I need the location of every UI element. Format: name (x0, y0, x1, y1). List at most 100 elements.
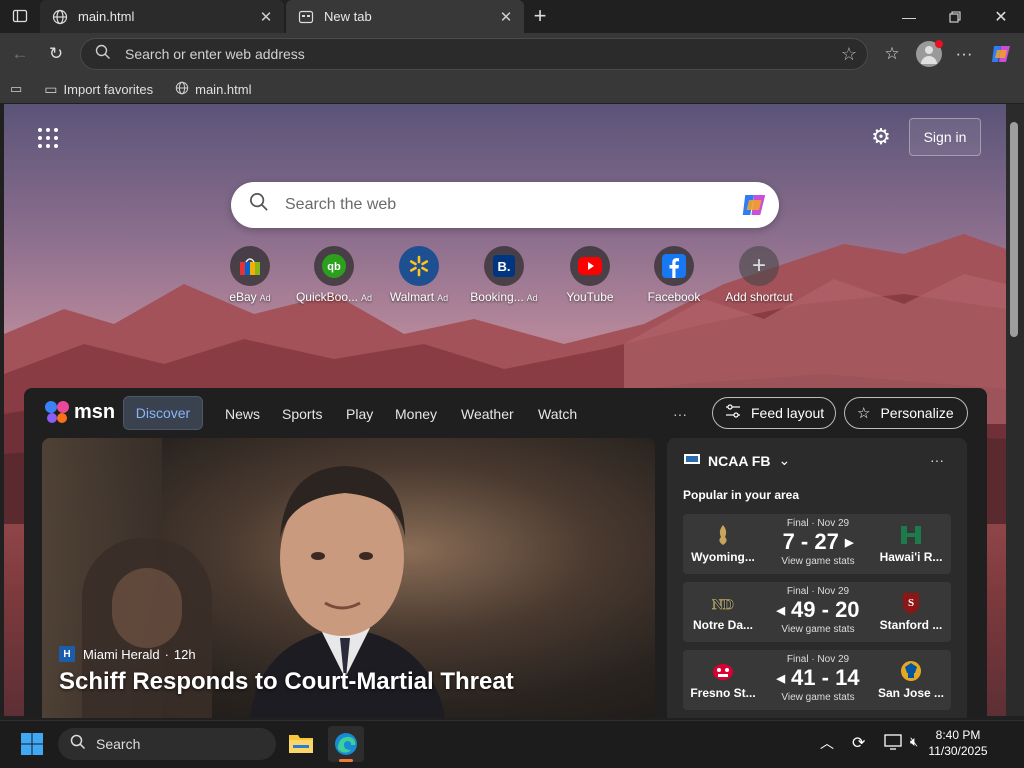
web-search-input[interactable] (283, 195, 739, 215)
quick-link-quickbooks[interactable]: qb QuickBoo... Ad (292, 246, 376, 306)
close-tab-icon[interactable]: ✕ (256, 8, 276, 26)
feed-layout-label: Feed layout (751, 405, 825, 421)
copilot-icon[interactable] (989, 42, 1013, 66)
nav-discover[interactable]: Discover (123, 396, 203, 430)
minimize-icon[interactable]: — (886, 0, 932, 33)
back-icon[interactable]: ← (6, 40, 34, 68)
youtube-icon (570, 246, 610, 286)
sliders-icon (725, 404, 741, 422)
close-tab-icon[interactable]: ✕ (496, 8, 516, 26)
msn-logo[interactable]: msn (44, 396, 115, 428)
view-game-stats-link[interactable]: View game stats (763, 624, 873, 635)
restore-icon[interactable] (932, 0, 978, 33)
team-name: San Jose ... (877, 686, 945, 700)
personalize-button[interactable]: ☆ Personalize (844, 397, 968, 429)
game-status: Final · Nov 29 (786, 586, 850, 597)
settings-gear-icon[interactable]: ⚙ (868, 124, 894, 150)
quick-link-walmart[interactable]: Walmart Ad (377, 246, 461, 306)
tab-new-tab[interactable]: New tab ✕ (286, 0, 524, 33)
quickbooks-icon: qb (314, 246, 354, 286)
search-icon (249, 192, 269, 218)
refresh-icon[interactable]: ↻ (42, 40, 70, 68)
new-tab-plus-icon[interactable]: + (526, 2, 554, 30)
game-card[interactable]: ND Notre Da... Final · Nov 29 ◀ 49 - 20 … (683, 582, 951, 642)
profile-avatar[interactable] (916, 40, 943, 67)
edge-taskbar-button[interactable] (328, 726, 364, 762)
nav-more-icon[interactable]: ··· (672, 398, 688, 430)
ebay-icon (230, 246, 270, 286)
copilot-search-icon[interactable] (739, 190, 769, 220)
taskbar-clock[interactable]: 8:40 PM 11/30/2025 (924, 727, 992, 759)
sparkle-star-icon: ☆ (857, 405, 871, 422)
fresno-state-logo-icon (710, 658, 736, 684)
quick-link-facebook[interactable]: Facebook (632, 246, 716, 306)
app-launcher-icon[interactable] (36, 126, 60, 150)
ad-badge: Ad (526, 293, 538, 303)
quick-link-booking[interactable]: B. Booking... Ad (462, 246, 546, 306)
game-card[interactable]: Wyoming... Final · Nov 29 7 - 27 ▶ View … (683, 514, 951, 574)
address-bar[interactable]: ☆ (80, 38, 868, 70)
show-hidden-icons-chevron-icon[interactable]: ︿ (820, 733, 834, 753)
web-search-box[interactable] (231, 182, 779, 228)
team-name: Notre Da... (692, 618, 753, 632)
sports-card-header[interactable]: NCAA FB ⌄ (684, 452, 790, 469)
sports-subtitle: Popular in your area (683, 488, 800, 502)
game-status: Final · Nov 29 (786, 518, 850, 529)
favorite-main-html[interactable]: main.html (175, 81, 251, 98)
booking-icon: B. (484, 246, 524, 286)
nav-money[interactable]: Money (395, 398, 437, 430)
quick-link-label: QuickBoo... (295, 290, 358, 304)
svg-text:qb: qb (327, 261, 341, 273)
quick-link-label: Walmart (389, 290, 435, 304)
tab-actions-icon[interactable] (6, 2, 34, 30)
favorite-import[interactable]: ▭ Import favorites (44, 81, 153, 98)
quick-link-label: Facebook (647, 290, 701, 304)
nav-watch[interactable]: Watch (538, 398, 577, 430)
view-game-stats-link[interactable]: View game stats (763, 692, 873, 703)
game-score: 41 - 14 (791, 665, 860, 690)
more-options-icon[interactable]: ··· (950, 40, 978, 68)
nav-sports[interactable]: Sports (282, 398, 322, 430)
new-tab-page-icon (298, 9, 314, 25)
address-input[interactable] (123, 45, 841, 63)
scrollbar-thumb[interactable] (1010, 122, 1018, 337)
tab-main-html[interactable]: main.html ✕ (40, 0, 284, 33)
ncaa-icon (684, 452, 700, 469)
msn-butterfly-icon (45, 401, 69, 423)
feed-layout-button[interactable]: Feed layout (712, 397, 836, 429)
taskbar-search-label: Search (96, 736, 141, 752)
view-game-stats-link[interactable]: View game stats (763, 556, 873, 567)
add-shortcut-button[interactable]: + Add shortcut (717, 246, 801, 306)
clock-time: 8:40 PM (935, 728, 981, 742)
nav-news[interactable]: News (225, 398, 260, 430)
quick-link-ebay[interactable]: eBay Ad (208, 246, 292, 306)
favorite-star-icon[interactable]: ☆ (841, 44, 857, 65)
svg-text:B.: B. (498, 259, 511, 274)
hawaii-logo-icon (898, 522, 924, 548)
nav-weather[interactable]: Weather (461, 398, 514, 430)
close-window-icon[interactable]: ✕ (978, 0, 1024, 33)
file-explorer-icon[interactable] (288, 732, 314, 756)
sign-in-button[interactable]: Sign in (909, 118, 981, 156)
winner-arrow-icon: ◀ (776, 605, 785, 618)
favorite-label: Import favorites (63, 81, 154, 97)
game-card[interactable]: Fresno St... Final · Nov 29 ◀ 41 - 14 Vi… (683, 650, 951, 710)
facebook-icon (654, 246, 694, 286)
collapse-sidebar-icon[interactable]: ▭ (10, 81, 22, 97)
stanford-logo-icon: S (898, 590, 924, 616)
ad-badge: Ad (437, 293, 449, 303)
nav-play[interactable]: Play (346, 398, 373, 430)
sync-icon[interactable]: ⟳ (852, 733, 865, 753)
sports-more-icon[interactable]: ··· (930, 452, 944, 468)
display-icon[interactable] (884, 734, 902, 750)
clock-date: 11/30/2025 (928, 744, 988, 758)
volume-muted-icon[interactable]: 🔇︎ (910, 734, 918, 750)
hero-source[interactable]: H Miami Herald · 12h (59, 646, 196, 662)
svg-text:S: S (908, 597, 914, 609)
windows-start-icon[interactable] (20, 732, 44, 756)
team-name: Wyoming... (691, 550, 755, 564)
taskbar-search[interactable]: Search (58, 728, 276, 760)
hero-title[interactable]: Schiff Responds to Court-Martial Threat (59, 668, 514, 696)
favorites-icon[interactable]: ☆ (878, 40, 906, 68)
quick-link-youtube[interactable]: YouTube (548, 246, 632, 306)
